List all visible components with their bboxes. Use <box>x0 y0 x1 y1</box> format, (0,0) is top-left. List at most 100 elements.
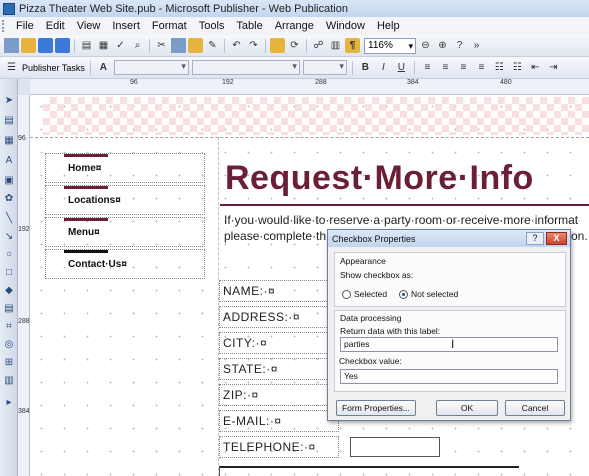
rotate-icon[interactable]: ⟳ <box>287 38 302 53</box>
horizontal-ruler[interactable]: 96 192 288 384 480 <box>30 79 589 95</box>
vertical-ruler[interactable]: 96 192 288 384 <box>18 95 30 476</box>
form-properties-button[interactable]: Form Properties... <box>336 400 416 416</box>
h-ruler-label: 96 <box>130 79 138 86</box>
publisher-app-icon <box>3 2 15 15</box>
menu-arrange[interactable]: Arrange <box>269 20 320 32</box>
checkbox-properties-dialog[interactable]: Checkbox Properties ? X Appearance Show … <box>327 229 571 421</box>
email-icon[interactable] <box>55 38 70 53</box>
font-size-combo[interactable] <box>302 60 347 75</box>
checkbox-value-input[interactable]: Yes <box>340 369 558 384</box>
styles-icon[interactable]: A <box>96 60 111 75</box>
bullets-icon[interactable]: ☷ <box>510 60 525 75</box>
numbering-icon[interactable]: ☷ <box>492 60 507 75</box>
picture-icon[interactable]: ▣ <box>3 175 15 187</box>
italic-icon[interactable]: I <box>376 60 391 75</box>
print-preview-icon[interactable]: ▦ <box>96 38 111 53</box>
select-arrow-icon[interactable]: ➤ <box>3 95 15 107</box>
menu-table[interactable]: Table <box>230 20 268 32</box>
menu-bar: File Edit View Insert Format Tools Table… <box>0 17 589 35</box>
align-center-icon[interactable]: ≡ <box>438 60 453 75</box>
menu-help[interactable]: Help <box>371 20 406 32</box>
zoom-in-icon[interactable]: ⊕ <box>435 38 450 53</box>
arrow-icon[interactable]: ↘ <box>3 231 15 243</box>
menu-tools[interactable]: Tools <box>193 20 231 32</box>
redo-icon[interactable]: ↷ <box>246 38 261 53</box>
dialog-title: Checkbox Properties <box>332 233 416 244</box>
hotspot-icon[interactable]: ◎ <box>3 339 15 351</box>
option-selected-label[interactable]: Selected <box>354 289 387 299</box>
form-control-icon[interactable]: ▤ <box>3 303 15 315</box>
special-characters-icon[interactable]: ¶ <box>345 38 360 53</box>
more-tools-icon[interactable]: ▸ <box>3 397 15 409</box>
justify-icon[interactable]: ≡ <box>474 60 489 75</box>
table-icon[interactable]: ▦ <box>3 135 15 147</box>
menu-edit[interactable]: Edit <box>40 20 71 32</box>
bold-icon[interactable]: B <box>358 60 373 75</box>
ibeam-cursor-icon: I <box>451 337 455 351</box>
toolbar-options-icon[interactable]: » <box>469 38 484 53</box>
copy-icon[interactable] <box>171 38 186 53</box>
text-box-icon[interactable]: ▤ <box>3 115 15 127</box>
menu-insert[interactable]: Insert <box>106 20 146 32</box>
align-right-icon[interactable]: ≡ <box>456 60 471 75</box>
radio-not-selected[interactable] <box>399 290 408 299</box>
bottom-frame[interactable] <box>219 466 519 476</box>
increase-indent-icon[interactable]: ⇥ <box>546 60 561 75</box>
help-icon[interactable]: ? <box>452 38 467 53</box>
columns-icon[interactable]: ▥ <box>328 38 343 53</box>
nav-item-home[interactable]: Home¤ <box>45 153 205 183</box>
page-headline[interactable]: Request·More·Info <box>225 159 534 198</box>
line-icon[interactable]: ╲ <box>3 213 15 225</box>
menu-file[interactable]: File <box>10 20 40 32</box>
body-text-line-1[interactable]: If·you·would·like·to·reserve·a·party·roo… <box>224 212 578 228</box>
print-icon[interactable]: ▤ <box>79 38 94 53</box>
nav-item-locations[interactable]: Locations¤ <box>45 185 205 215</box>
nav-item-contact-us[interactable]: Contact·Us¤ <box>45 249 205 279</box>
web-component-icon[interactable]: ⊞ <box>3 357 15 369</box>
bring-forward-icon[interactable] <box>270 38 285 53</box>
name-label: NAME:·¤ <box>223 284 276 298</box>
publisher-tasks-button[interactable]: Publisher Tasks <box>22 63 85 73</box>
menu-format[interactable]: Format <box>146 20 193 32</box>
menu-view[interactable]: View <box>71 20 107 32</box>
new-icon[interactable] <box>4 38 19 53</box>
dialog-close-button[interactable]: X <box>546 232 567 245</box>
decrease-indent-icon[interactable]: ⇤ <box>528 60 543 75</box>
nav-item-menu[interactable]: Menu¤ <box>45 217 205 247</box>
design-gallery-icon[interactable]: ▥ <box>3 375 15 387</box>
underline-icon[interactable]: U <box>394 60 409 75</box>
publisher-tasks-icon[interactable]: ☰ <box>4 60 19 75</box>
menu-window[interactable]: Window <box>320 20 371 32</box>
open-icon[interactable] <box>21 38 36 53</box>
telephone-textbox[interactable] <box>350 437 440 457</box>
autoshapes-icon[interactable]: ◆ <box>3 285 15 297</box>
undo-icon[interactable]: ↶ <box>229 38 244 53</box>
format-painter-icon[interactable]: ✎ <box>205 38 220 53</box>
rectangle-icon[interactable]: □ <box>3 267 15 279</box>
research-icon[interactable]: ⌕ <box>130 38 145 53</box>
cancel-button[interactable]: Cancel <box>505 400 565 416</box>
save-icon[interactable] <box>38 38 53 53</box>
paste-icon[interactable] <box>188 38 203 53</box>
body-text-line-2[interactable]: please·complete·th <box>224 228 326 244</box>
dialog-title-bar[interactable]: Checkbox Properties ? X <box>328 230 570 247</box>
html-fragment-icon[interactable]: ⌗ <box>3 321 15 333</box>
wordart-icon[interactable]: A <box>3 155 15 167</box>
radio-selected[interactable] <box>342 290 351 299</box>
dialog-help-button[interactable]: ? <box>526 232 544 245</box>
zoom-combo[interactable]: 116% <box>364 37 416 54</box>
align-left-icon[interactable]: ≡ <box>420 60 435 75</box>
title-bar: Pizza Theater Web Site.pub - Microsoft P… <box>0 0 589 17</box>
style-combo[interactable] <box>113 60 189 75</box>
spelling-icon[interactable]: ✓ <box>113 38 128 53</box>
font-combo[interactable] <box>191 60 300 75</box>
zoom-out-icon[interactable]: ⊖ <box>418 38 433 53</box>
insert-hyperlink-icon[interactable]: ☍ <box>311 38 326 53</box>
ok-button[interactable]: OK <box>436 400 498 416</box>
cut-icon[interactable]: ✂ <box>154 38 169 53</box>
option-not-selected-label[interactable]: Not selected <box>411 289 458 299</box>
oval-icon[interactable]: ○ <box>3 249 15 261</box>
return-data-input[interactable]: parties <box>340 337 558 352</box>
formatting-toolbar: ☰ Publisher Tasks A B I U ≡ ≡ ≡ ≡ ☷ ☷ ⇤ … <box>0 57 589 79</box>
clip-art-icon[interactable]: ✿ <box>3 193 15 205</box>
